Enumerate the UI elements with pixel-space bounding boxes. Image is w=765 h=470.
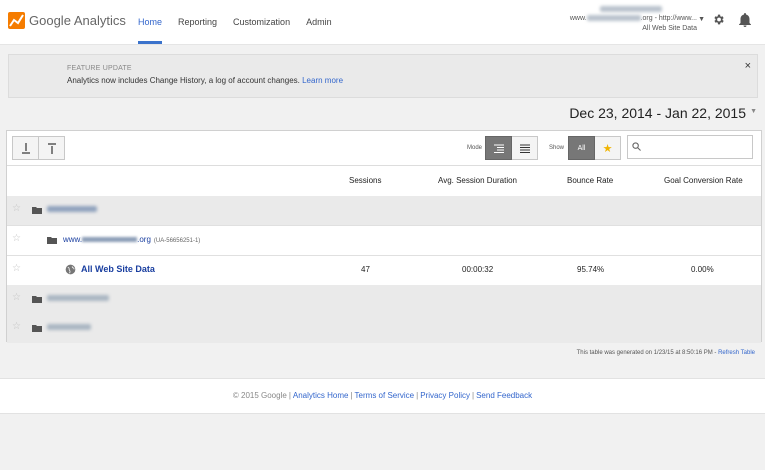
- account-view-name: All Web Site Data: [642, 25, 697, 32]
- star-icon[interactable]: ☆: [12, 203, 21, 214]
- account-url-suffix: .org - http://www...: [640, 15, 697, 22]
- date-range-selector[interactable]: Dec 23, 2014 - Jan 22, 2015: [569, 105, 746, 121]
- col-bounce-rate[interactable]: Bounce Rate: [567, 176, 613, 185]
- account-url-prefix: www.: [569, 15, 587, 22]
- expand-collapse-group: [12, 136, 65, 160]
- analytics-home-link[interactable]: Analytics Home: [293, 391, 349, 400]
- close-icon[interactable]: ×: [745, 60, 751, 72]
- nav-reporting[interactable]: Reporting: [170, 0, 225, 44]
- folder-icon: [32, 207, 42, 214]
- refresh-table-link[interactable]: Refresh Table: [718, 350, 755, 356]
- analytics-logo-icon: [8, 12, 25, 29]
- banner-title: FEATURE UPDATE: [67, 65, 132, 72]
- account-dropdown-icon[interactable]: ▼: [698, 16, 705, 23]
- star-icon[interactable]: ☆: [12, 292, 21, 303]
- logo[interactable]: Google Analytics: [8, 12, 126, 29]
- property-tracking-id: (UA-56656251-1): [153, 238, 201, 244]
- view-name-link[interactable]: All Web Site Data: [81, 264, 155, 274]
- nav-home[interactable]: Home: [138, 0, 170, 44]
- account-table-panel: Mode Show All ★ Sessions Avg. Session Du…: [6, 130, 762, 343]
- logo-text: Google Analytics: [29, 13, 126, 28]
- feature-update-banner: FEATURE UPDATE Analytics now includes Ch…: [8, 54, 758, 98]
- show-all-button[interactable]: All: [568, 136, 595, 160]
- avg-duration-value: 00:00:32: [462, 265, 494, 274]
- account-name-redacted: [47, 295, 109, 301]
- banner-text: Analytics now includes Change History, a…: [67, 76, 300, 85]
- col-goal-conversion-rate[interactable]: Goal Conversion Rate: [664, 176, 743, 185]
- account-selector[interactable]: www. .org - http://www... All Web Site Da…: [569, 6, 697, 34]
- collapse-all-button[interactable]: [39, 136, 65, 160]
- table-row[interactable]: ☆: [7, 285, 761, 315]
- hierarchy-list-icon: [493, 144, 504, 153]
- table-toolbar: Mode Show All ★: [7, 131, 761, 166]
- bounce-rate-value: 95.74%: [577, 265, 605, 274]
- star-icon[interactable]: ☆: [12, 233, 21, 244]
- account-name-redacted: [47, 324, 91, 330]
- copyright: © 2015 Google: [232, 391, 287, 400]
- hierarchy-mode-button[interactable]: [485, 136, 512, 160]
- property-name[interactable]: www. .org (UA-56656251-1): [63, 235, 200, 244]
- show-starred-button[interactable]: ★: [595, 136, 621, 160]
- search-input[interactable]: [627, 135, 753, 159]
- star-icon: ★: [602, 142, 613, 155]
- nav-admin[interactable]: Admin: [298, 0, 340, 44]
- star-icon[interactable]: ☆: [12, 263, 21, 274]
- property-url-suffix: .org: [137, 235, 151, 244]
- property-name-redacted: [82, 237, 138, 243]
- flat-mode-button[interactable]: [512, 136, 538, 160]
- account-name-redacted: [47, 206, 97, 212]
- footer-links: © 2015 Google | Analytics Home | Terms of Se…: [232, 391, 533, 400]
- generated-text: This table was generated on 1/23/15 at 8…: [576, 350, 717, 356]
- goal-conversion-value: 0.00%: [691, 265, 714, 274]
- col-sessions[interactable]: Sessions: [349, 176, 381, 185]
- flat-list-icon: [519, 144, 530, 153]
- sessions-value: 47: [361, 265, 370, 274]
- footer: © 2015 Google | Analytics Home | Terms of Se…: [0, 378, 765, 414]
- col-avg-session-duration[interactable]: Avg. Session Duration: [438, 176, 517, 185]
- table-row[interactable]: ☆ All Web Site Data 47 00:00:32 95.74% 0…: [7, 256, 761, 286]
- terms-of-service-link[interactable]: Terms of Service: [355, 391, 415, 400]
- table-row[interactable]: ☆ www. .org (UA-56656251-1): [7, 226, 761, 256]
- show-filter-toggle: All ★: [568, 136, 621, 160]
- top-bar: Google Analytics Home Reporting Customiz…: [0, 0, 765, 45]
- folder-icon: [47, 237, 57, 244]
- chevron-down-icon[interactable]: ▼: [750, 108, 757, 115]
- privacy-policy-link[interactable]: Privacy Policy: [420, 391, 470, 400]
- notifications-bell-icon[interactable]: [739, 13, 751, 30]
- expand-all-button[interactable]: [12, 136, 39, 160]
- table-generated-note: This table was generated on 1/23/15 at 8…: [577, 350, 755, 356]
- nav-customization[interactable]: Customization: [225, 0, 298, 44]
- table-header: Sessions Avg. Session Duration Bounce Ra…: [7, 166, 761, 197]
- banner-message: Analytics now includes Change History, a…: [67, 76, 343, 85]
- expand-all-icon: [21, 142, 30, 154]
- property-url-prefix: www.: [63, 235, 83, 244]
- learn-more-link[interactable]: Learn more: [302, 76, 343, 85]
- mode-label: Mode: [467, 145, 483, 151]
- main-nav: Home Reporting Customization Admin: [138, 0, 340, 44]
- globe-icon: [65, 264, 76, 275]
- show-label: Show: [549, 145, 565, 151]
- table-row[interactable]: ☆: [7, 314, 761, 343]
- send-feedback-link[interactable]: Send Feedback: [476, 391, 532, 400]
- folder-icon: [32, 296, 42, 303]
- collapse-all-icon: [47, 142, 56, 154]
- settings-gear-icon[interactable]: [712, 13, 725, 29]
- search-icon: [632, 142, 641, 151]
- account-name-redacted: [599, 6, 662, 12]
- account-url-redacted: [586, 15, 641, 22]
- table-row[interactable]: ☆: [7, 196, 761, 226]
- star-icon[interactable]: ☆: [12, 321, 21, 332]
- folder-icon: [32, 325, 42, 332]
- mode-toggle: [485, 136, 538, 160]
